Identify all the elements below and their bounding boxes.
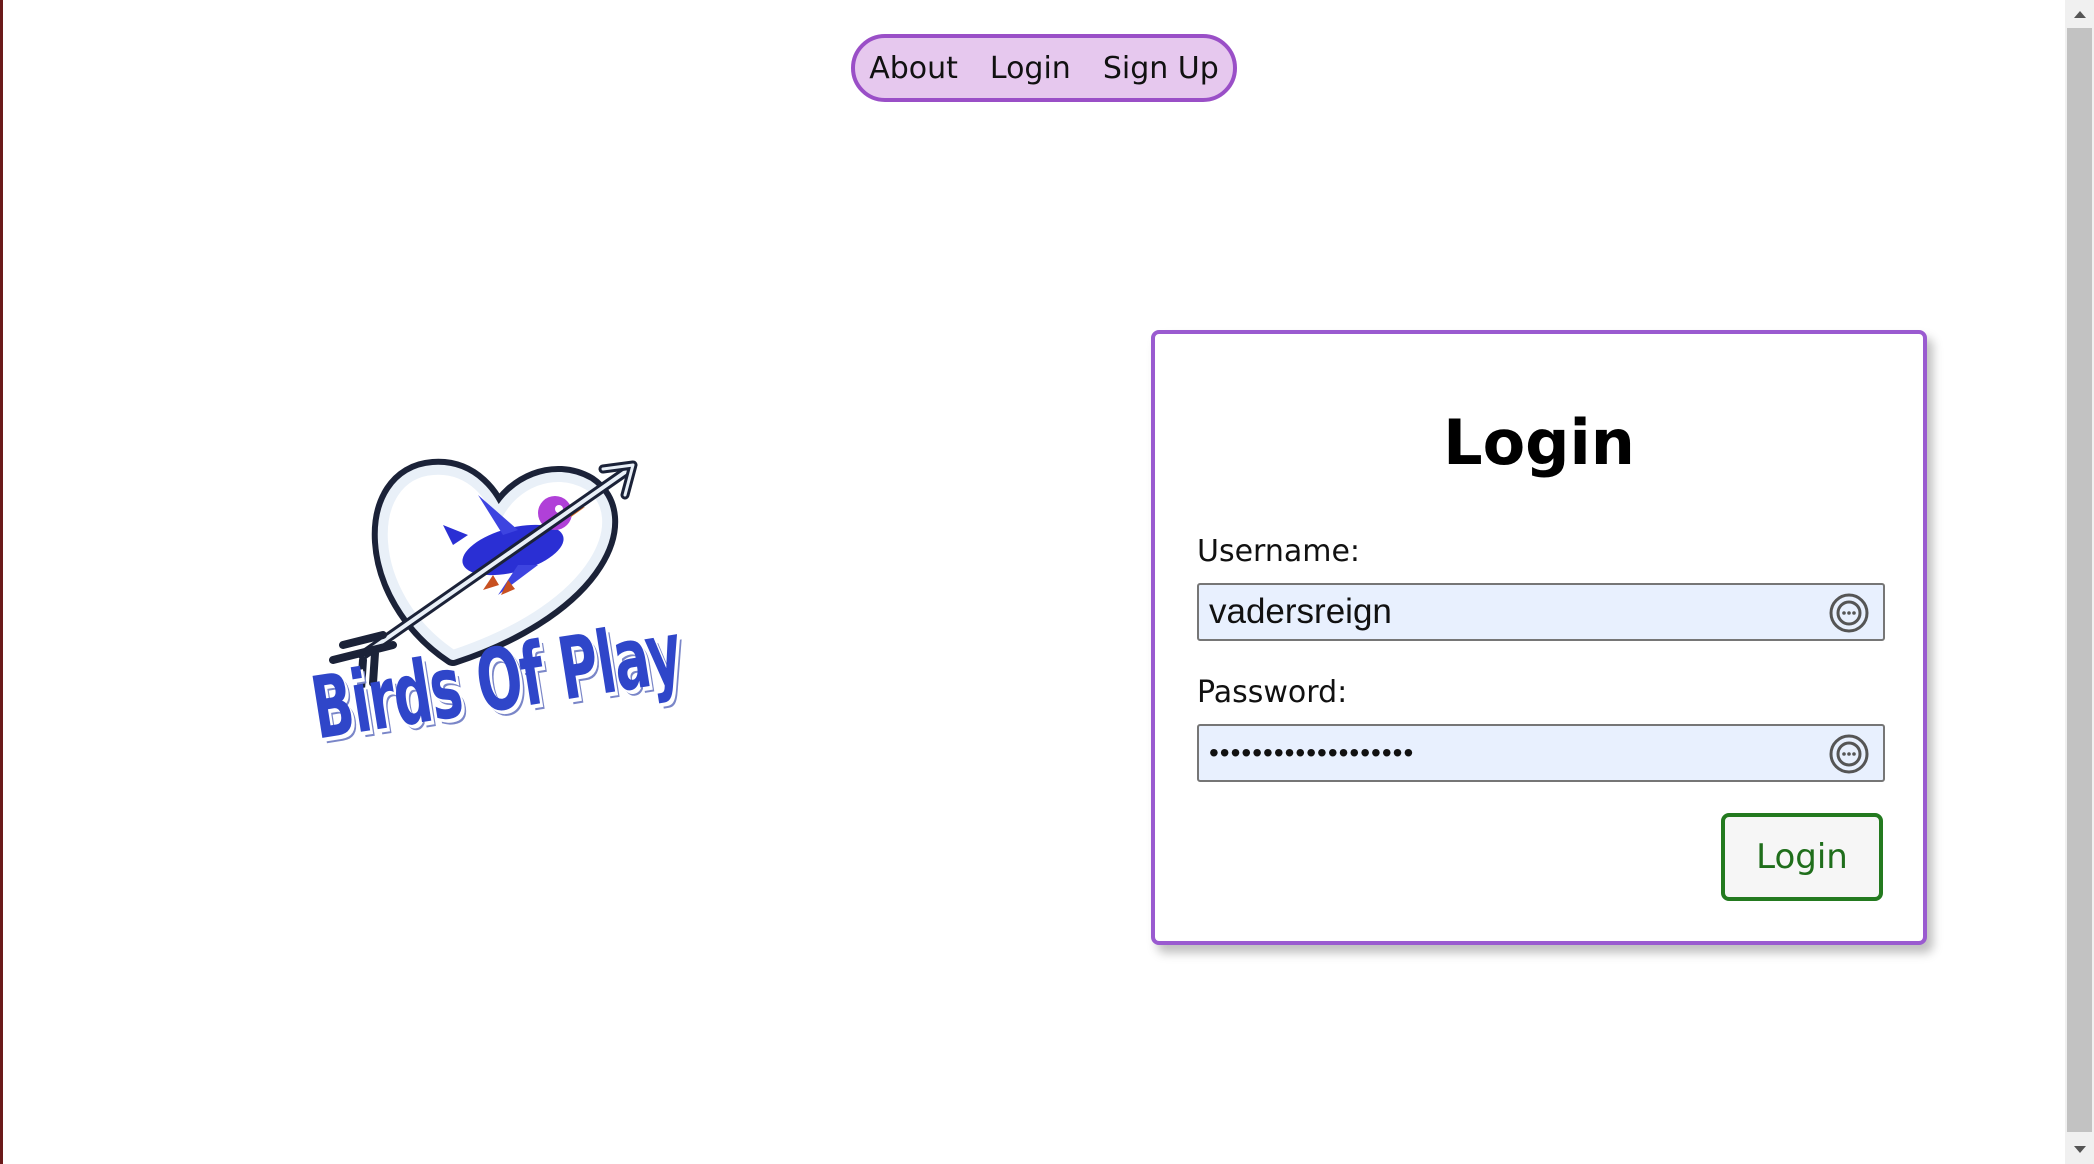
vertical-scrollbar[interactable]: [2065, 0, 2094, 1164]
scroll-up-arrow-icon[interactable]: [2065, 2, 2094, 26]
login-card: Login Username: Password: ••••••••••••••…: [1151, 330, 1927, 945]
password-input[interactable]: •••••••••••••••••••: [1209, 726, 1809, 780]
nav-signup-link[interactable]: Sign Up: [1103, 51, 1219, 86]
nav-about-link[interactable]: About: [869, 51, 958, 86]
scrollbar-thumb[interactable]: [2067, 28, 2092, 1132]
password-manager-icon[interactable]: [1827, 591, 1871, 635]
login-title: Login: [1443, 406, 1635, 479]
login-submit-button[interactable]: Login: [1721, 813, 1883, 901]
top-nav: About Login Sign Up: [851, 34, 1237, 102]
username-field[interactable]: [1197, 583, 1885, 641]
username-label: Username:: [1197, 534, 1361, 569]
password-field[interactable]: •••••••••••••••••••: [1197, 724, 1885, 782]
password-label: Password:: [1197, 675, 1348, 710]
page: About Login Sign Up Birds Of Play Login …: [0, 0, 2094, 1164]
birds-of-play-logo: Birds Of Play: [303, 455, 773, 835]
password-manager-icon[interactable]: [1827, 732, 1871, 776]
username-input[interactable]: [1209, 585, 1809, 639]
scroll-down-arrow-icon[interactable]: [2065, 1138, 2094, 1162]
nav-login-link[interactable]: Login: [990, 51, 1071, 86]
